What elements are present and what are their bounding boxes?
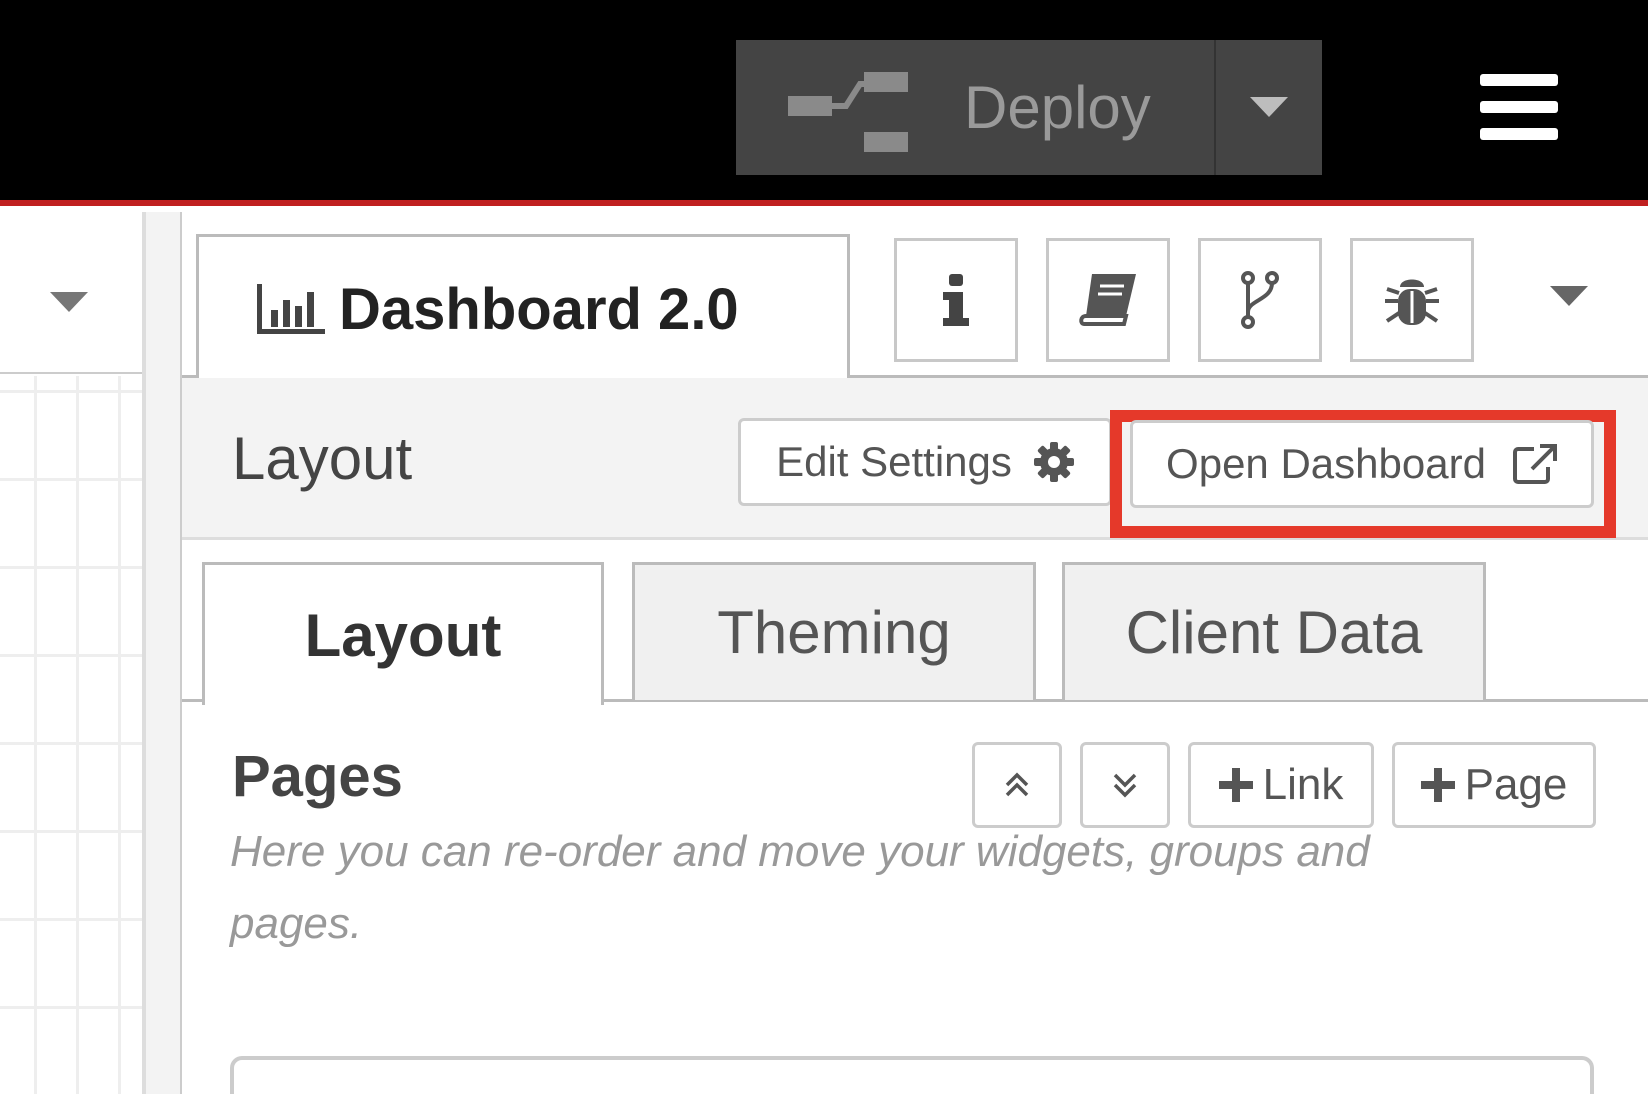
edit-settings-button[interactable]: Edit Settings <box>738 418 1112 506</box>
git-branch-icon <box>1241 271 1279 329</box>
plus-icon <box>1218 768 1253 802</box>
caret-down-icon[interactable] <box>1550 286 1588 308</box>
deploy-label: Deploy <box>964 74 1151 141</box>
pages-help-text: Here you can re-order and move your widg… <box>230 827 1370 948</box>
tab-debug[interactable] <box>1350 238 1474 362</box>
tab-theming[interactable]: Theming <box>632 562 1036 700</box>
pages-list <box>230 1056 1594 1094</box>
bug-icon <box>1385 279 1439 325</box>
bar-chart-icon <box>257 284 325 334</box>
sidebar-tab-bar: Dashboard 2.0 <box>182 212 1648 381</box>
workspace-canvas[interactable] <box>0 376 142 1094</box>
deploy-flow-icon <box>788 72 908 152</box>
tab-layout-label: Layout <box>304 601 502 669</box>
tab-client-data-label: Client Data <box>1125 599 1423 666</box>
flow-workspace <box>0 212 146 1094</box>
deploy-menu-button[interactable] <box>1214 40 1322 175</box>
info-icon <box>943 274 969 326</box>
tab-dashboard-label: Dashboard 2.0 <box>339 276 739 342</box>
gear-icon <box>1033 442 1074 482</box>
external-link-icon <box>1512 444 1557 484</box>
plus-icon <box>1420 768 1455 802</box>
tab-info[interactable] <box>894 238 1018 362</box>
top-header: Deploy <box>0 0 1648 206</box>
pages-heading: Pages <box>232 744 403 809</box>
deploy-button[interactable]: Deploy <box>736 40 1214 175</box>
panel-header: Layout Edit Settings Open Dashboard <box>182 378 1648 540</box>
workspace-tab-bar <box>0 212 142 374</box>
open-dashboard-label: Open Dashboard <box>1166 440 1486 487</box>
tab-help[interactable] <box>1046 238 1170 362</box>
book-icon <box>1079 274 1136 326</box>
chevrons-down-icon <box>1113 773 1137 798</box>
add-link-label: Link <box>1262 760 1344 809</box>
subtab-bar: Layout Theming Client Data <box>182 542 1648 705</box>
sidebar-splitter[interactable] <box>146 212 182 1094</box>
add-page-label: Page <box>1464 760 1568 809</box>
hamburger-menu-icon[interactable] <box>1480 74 1558 140</box>
deploy-button-group: Deploy <box>736 40 1322 175</box>
tab-layout[interactable]: Layout <box>202 562 604 705</box>
open-dashboard-button[interactable]: Open Dashboard <box>1130 420 1594 508</box>
tab-git[interactable] <box>1198 238 1322 362</box>
tab-client-data[interactable]: Client Data <box>1062 562 1486 700</box>
caret-down-icon <box>1250 96 1288 117</box>
chevrons-up-icon <box>1005 772 1029 797</box>
caret-down-icon[interactable] <box>50 292 88 314</box>
panel-title: Layout <box>232 425 413 492</box>
edit-settings-label: Edit Settings <box>776 438 1012 485</box>
tab-dashboard[interactable]: Dashboard 2.0 <box>196 234 850 381</box>
tab-theming-label: Theming <box>717 599 951 666</box>
sidebar: Dashboard 2.0 Layout Edit Settings Open … <box>182 212 1648 1094</box>
